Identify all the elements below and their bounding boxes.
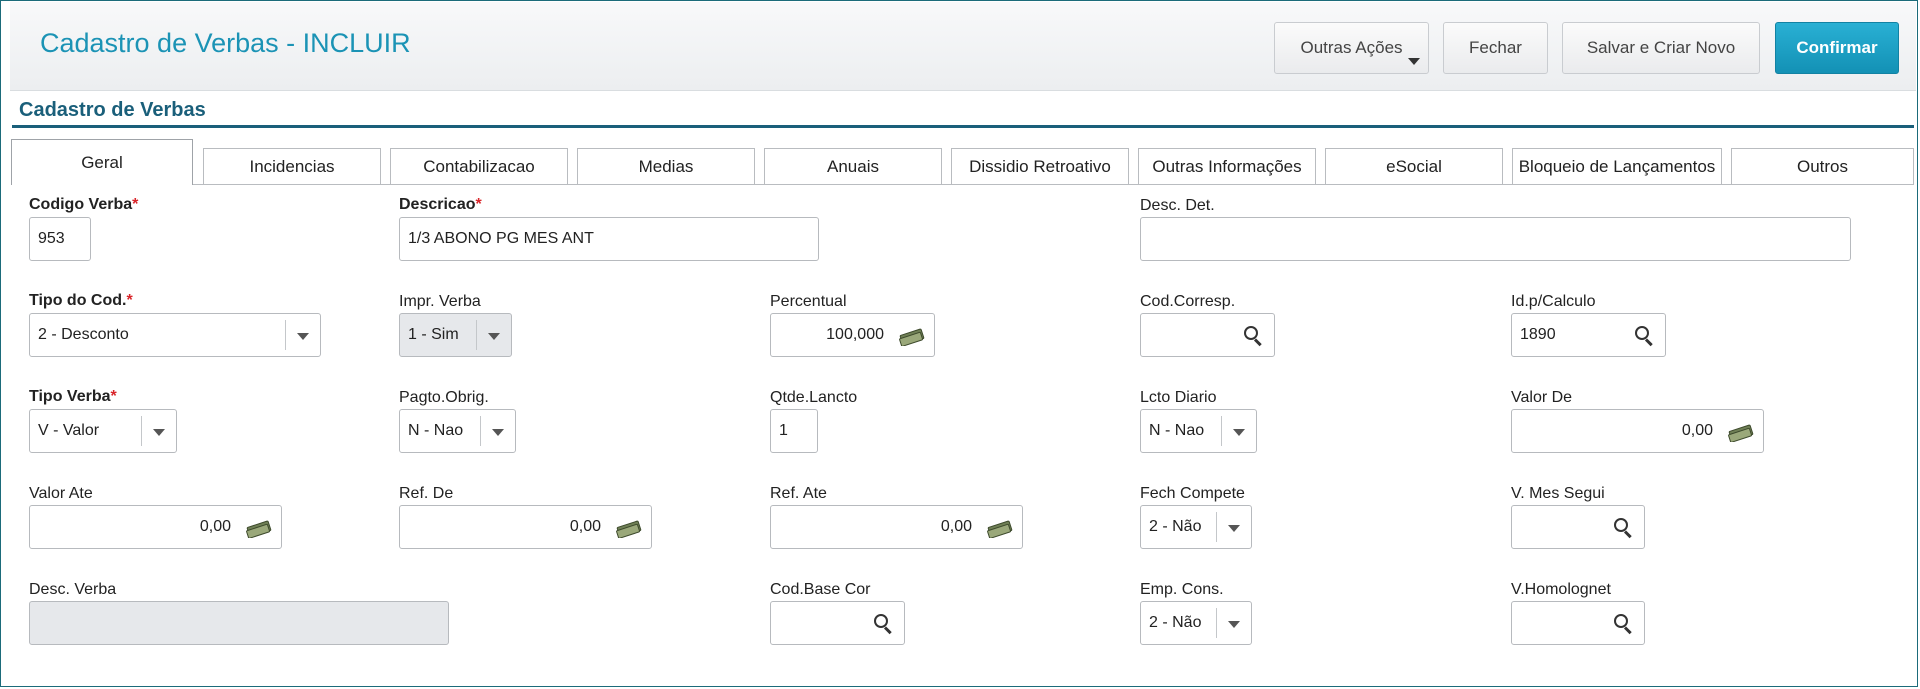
chevron-down-icon[interactable] <box>1221 416 1256 446</box>
cod-base-cor-input[interactable] <box>770 601 905 645</box>
ref-de-input[interactable]: 0,00 <box>399 505 652 549</box>
tab-outras-informacoes[interactable]: Outras Informações <box>1138 148 1316 184</box>
tab-anuais[interactable]: Anuais <box>764 148 942 184</box>
tipo-verba-label: Tipo Verba* <box>29 388 117 405</box>
fechar-button[interactable]: Fechar <box>1443 22 1548 74</box>
valor-de-input[interactable]: 0,00 <box>1511 409 1764 453</box>
fech-compete-label: Fech Compete <box>1140 485 1245 502</box>
tipo-verba-select[interactable]: V - Valor <box>29 409 177 453</box>
tipo-verba-value: V - Valor <box>38 422 100 439</box>
required-mark: * <box>475 196 482 213</box>
money-icon[interactable] <box>986 518 1014 538</box>
tab-contabilizacao[interactable]: Contabilizacao <box>390 148 568 184</box>
fech-compete-value: 2 - Não <box>1149 518 1202 535</box>
codigo-verba-label: Codigo Verba* <box>29 196 139 213</box>
lcto-diario-label: Lcto Diario <box>1140 389 1217 406</box>
tipo-cod-value: 2 - Desconto <box>38 326 129 343</box>
qtde-lancto-label: Qtde.Lancto <box>770 389 858 406</box>
caret-down-icon <box>1408 58 1420 65</box>
chevron-down-icon[interactable] <box>476 320 511 350</box>
ref-ate-input[interactable]: 0,00 <box>770 505 1023 549</box>
confirmar-button[interactable]: Confirmar <box>1775 22 1899 74</box>
page-header: Cadastro de Verbas - INCLUIR Outras Açõe… <box>10 2 1916 91</box>
money-icon[interactable] <box>898 326 926 346</box>
pagto-obrig-label: Pagto.Obrig. <box>399 389 489 406</box>
ref-ate-value: 0,00 <box>940 518 972 535</box>
valor-ate-input[interactable]: 0,00 <box>29 505 282 549</box>
impr-verba-select[interactable]: 1 - Sim <box>399 313 512 357</box>
chevron-down-icon[interactable] <box>1216 512 1251 542</box>
section-divider <box>12 125 1914 128</box>
ref-ate-label: Ref. Ate <box>770 485 827 502</box>
search-icon[interactable] <box>1613 517 1633 537</box>
v-mes-segui-input[interactable] <box>1511 505 1645 549</box>
desc-verba-label: Desc. Verba <box>29 581 117 598</box>
ref-de-label: Ref. De <box>399 485 454 502</box>
valor-ate-label: Valor Ate <box>29 485 93 502</box>
descricao-input[interactable]: 1/3 ABONO PG MES ANT <box>399 217 819 261</box>
emp-cons-value: 2 - Não <box>1149 614 1202 631</box>
required-mark: * <box>110 388 117 405</box>
ref-de-value: 0,00 <box>569 518 601 535</box>
descricao-label: Descricao* <box>399 196 482 213</box>
id-calculo-label: Id.p/Calculo <box>1511 293 1596 310</box>
valor-de-label: Valor De <box>1511 389 1573 406</box>
search-icon[interactable] <box>1634 325 1654 345</box>
pagto-obrig-value: N - Nao <box>408 422 464 439</box>
money-icon[interactable] <box>245 518 273 538</box>
tab-esocial[interactable]: eSocial <box>1325 148 1503 184</box>
v-mes-segui-label: V. Mes Segui <box>1511 485 1605 502</box>
required-mark: * <box>132 196 139 213</box>
v-homolognet-input[interactable] <box>1511 601 1645 645</box>
percentual-input[interactable]: 100,000 <box>770 313 935 357</box>
tab-outros[interactable]: Outros <box>1731 148 1914 184</box>
valor-de-value: 0,00 <box>1681 422 1713 439</box>
money-icon[interactable] <box>615 518 643 538</box>
desc-verba-input <box>29 601 449 645</box>
cod-corresp-input[interactable] <box>1140 313 1275 357</box>
search-icon[interactable] <box>1613 613 1633 633</box>
outras-acoes-button[interactable]: Outras Ações <box>1274 22 1429 74</box>
page-title: Cadastro de Verbas - INCLUIR <box>40 28 411 58</box>
chevron-down-icon[interactable] <box>480 416 515 446</box>
lcto-diario-value: N - Nao <box>1149 422 1205 439</box>
qtde-lancto-input[interactable]: 1 <box>770 409 818 453</box>
chevron-down-icon[interactable] <box>1216 608 1251 638</box>
desc-det-label: Desc. Det. <box>1140 197 1215 214</box>
id-calculo-input[interactable]: 1890 <box>1511 313 1666 357</box>
required-mark: * <box>126 292 133 309</box>
valor-ate-value: 0,00 <box>199 518 231 535</box>
impr-verba-label: Impr. Verba <box>399 293 481 310</box>
tab-incidencias[interactable]: Incidencias <box>203 148 381 184</box>
v-homolognet-label: V.Homolognet <box>1511 581 1611 598</box>
codigo-verba-input[interactable]: 953 <box>29 217 91 261</box>
id-calculo-value: 1890 <box>1520 326 1556 343</box>
cod-corresp-label: Cod.Corresp. <box>1140 293 1236 310</box>
tipo-cod-label: Tipo do Cod.* <box>29 292 133 309</box>
tab-medias[interactable]: Medias <box>577 148 755 184</box>
fech-compete-select[interactable]: 2 - Não <box>1140 505 1252 549</box>
emp-cons-label: Emp. Cons. <box>1140 581 1224 598</box>
percentual-label: Percentual <box>770 293 847 310</box>
tab-bar-divider <box>12 184 1914 185</box>
tab-dissidio-retroativo[interactable]: Dissidio Retroativo <box>951 148 1129 184</box>
chevron-down-icon[interactable] <box>285 320 320 350</box>
section-title: Cadastro de Verbas <box>19 99 206 121</box>
salvar-criar-novo-button[interactable]: Salvar e Criar Novo <box>1562 22 1760 74</box>
chevron-down-icon[interactable] <box>141 416 176 446</box>
emp-cons-select[interactable]: 2 - Não <box>1140 601 1252 645</box>
cod-base-cor-label: Cod.Base Cor <box>770 581 871 598</box>
search-icon[interactable] <box>873 613 893 633</box>
desc-det-input[interactable] <box>1140 217 1851 261</box>
lcto-diario-select[interactable]: N - Nao <box>1140 409 1257 453</box>
tab-bloqueio-lancamentos[interactable]: Bloqueio de Lançamentos <box>1512 148 1722 184</box>
percentual-value: 100,000 <box>826 326 884 343</box>
impr-verba-value: 1 - Sim <box>408 326 459 343</box>
tab-geral[interactable]: Geral <box>11 139 193 185</box>
money-icon[interactable] <box>1727 422 1755 442</box>
tipo-cod-select[interactable]: 2 - Desconto <box>29 313 321 357</box>
search-icon[interactable] <box>1243 325 1263 345</box>
pagto-obrig-select[interactable]: N - Nao <box>399 409 516 453</box>
outras-acoes-label: Outras Ações <box>1300 38 1403 57</box>
